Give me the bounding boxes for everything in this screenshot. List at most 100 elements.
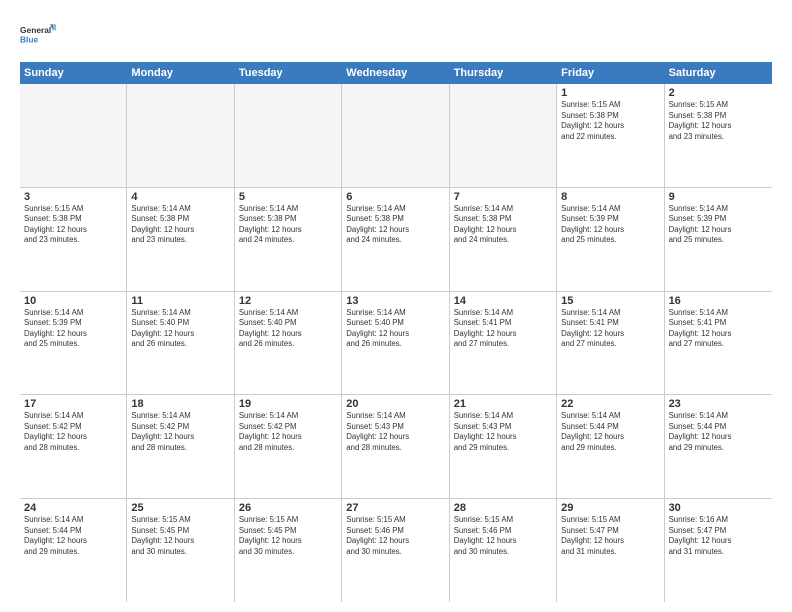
calendar-cell: 24Sunrise: 5:14 AMSunset: 5:44 PMDayligh…: [20, 499, 127, 602]
calendar-cell: 5Sunrise: 5:14 AMSunset: 5:38 PMDaylight…: [235, 188, 342, 291]
day-detail: Sunrise: 5:14 AMSunset: 5:40 PMDaylight:…: [131, 308, 229, 350]
day-detail: Sunrise: 5:14 AMSunset: 5:39 PMDaylight:…: [24, 308, 122, 350]
day-detail: Sunrise: 5:15 AMSunset: 5:38 PMDaylight:…: [24, 204, 122, 246]
day-number: 29: [561, 502, 659, 514]
calendar-body: 1Sunrise: 5:15 AMSunset: 5:38 PMDaylight…: [20, 84, 772, 602]
calendar-cell: 29Sunrise: 5:15 AMSunset: 5:47 PMDayligh…: [557, 499, 664, 602]
calendar-cell: 25Sunrise: 5:15 AMSunset: 5:45 PMDayligh…: [127, 499, 234, 602]
day-number: 5: [239, 191, 337, 203]
calendar-week-4: 17 Sunrise: 5:14 AMSunset: 5:42 PMDayligh…: [20, 395, 772, 499]
header-day-saturday: Saturday: [665, 62, 772, 84]
day-detail: Sunrise: 5:14 AMSunset: 5:40 PMDaylight:…: [346, 308, 444, 350]
day-number: 9: [669, 191, 768, 203]
calendar-cell: 12Sunrise: 5:14 AMSunset: 5:40 PMDayligh…: [235, 292, 342, 395]
day-number: 4: [131, 191, 229, 203]
day-detail: Sunrise: 5:15 AMSunset: 5:38 PMDaylight:…: [669, 100, 768, 142]
calendar-cell: 27Sunrise: 5:15 AMSunset: 5:46 PMDayligh…: [342, 499, 449, 602]
calendar-cell: 11Sunrise: 5:14 AMSunset: 5:40 PMDayligh…: [127, 292, 234, 395]
day-number: 6: [346, 191, 444, 203]
logo-svg: General Blue: [20, 16, 56, 52]
day-number: 1: [561, 87, 659, 99]
day-detail: Sunrise: 5:15 AMSunset: 5:45 PMDaylight:…: [131, 515, 229, 557]
calendar-cell: 23Sunrise: 5:14 AMSunset: 5:44 PMDayligh…: [665, 395, 772, 498]
day-number: 12: [239, 295, 337, 307]
day-detail: Sunrise: 5:15 AMSunset: 5:47 PMDaylight:…: [561, 515, 659, 557]
calendar-cell: 7Sunrise: 5:14 AMSunset: 5:38 PMDaylight…: [450, 188, 557, 291]
day-number: 19: [239, 398, 337, 410]
day-number: 7: [454, 191, 552, 203]
calendar-cell: [450, 84, 557, 187]
day-detail: Sunrise: 5:14 AMSunset: 5:39 PMDaylight:…: [561, 204, 659, 246]
day-detail: Sunrise: 5:14 AMSunset: 5:39 PMDaylight:…: [669, 204, 768, 246]
header-day-sunday: Sunday: [20, 62, 127, 84]
calendar-week-2: 3Sunrise: 5:15 AMSunset: 5:38 PMDaylight…: [20, 188, 772, 292]
calendar-header: SundayMondayTuesdayWednesdayThursdayFrid…: [20, 62, 772, 84]
day-number: 11: [131, 295, 229, 307]
calendar-week-5: 24Sunrise: 5:14 AMSunset: 5:44 PMDayligh…: [20, 499, 772, 602]
calendar-week-1: 1Sunrise: 5:15 AMSunset: 5:38 PMDaylight…: [20, 84, 772, 188]
calendar-cell: 18Sunrise: 5:14 AMSunset: 5:42 PMDayligh…: [127, 395, 234, 498]
day-number: 22: [561, 398, 659, 410]
calendar-cell: 9Sunrise: 5:14 AMSunset: 5:39 PMDaylight…: [665, 188, 772, 291]
day-number: 21: [454, 398, 552, 410]
day-detail: Sunrise: 5:15 AMSunset: 5:45 PMDaylight:…: [239, 515, 337, 557]
calendar-week-3: 10Sunrise: 5:14 AMSunset: 5:39 PMDayligh…: [20, 292, 772, 396]
header: General Blue: [20, 16, 772, 52]
header-day-monday: Monday: [127, 62, 234, 84]
day-detail: Sunrise: 5:14 AMSunset: 5:38 PMDaylight:…: [346, 204, 444, 246]
day-number: 15: [561, 295, 659, 307]
day-number: 17: [24, 398, 122, 410]
calendar-cell: 16Sunrise: 5:14 AMSunset: 5:41 PMDayligh…: [665, 292, 772, 395]
day-number: 23: [669, 398, 768, 410]
calendar-cell: 6Sunrise: 5:14 AMSunset: 5:38 PMDaylight…: [342, 188, 449, 291]
day-number: 18: [131, 398, 229, 410]
day-detail: Sunrise: 5:14 AMSunset: 5:44 PMDaylight:…: [669, 411, 768, 453]
day-detail: Sunrise: 5:14 AMSunset: 5:44 PMDaylight:…: [24, 515, 122, 557]
svg-text:General: General: [20, 25, 51, 35]
calendar-cell: 26Sunrise: 5:15 AMSunset: 5:45 PMDayligh…: [235, 499, 342, 602]
svg-text:Blue: Blue: [20, 34, 39, 44]
calendar-cell: 14Sunrise: 5:14 AMSunset: 5:41 PMDayligh…: [450, 292, 557, 395]
calendar-cell: 4Sunrise: 5:14 AMSunset: 5:38 PMDaylight…: [127, 188, 234, 291]
calendar-cell: 30Sunrise: 5:16 AMSunset: 5:47 PMDayligh…: [665, 499, 772, 602]
day-detail: Sunrise: 5:14 AMSunset: 5:42 PMDaylight:…: [131, 411, 229, 453]
day-detail: Sunrise: 5:14 AMSunset: 5:38 PMDaylight:…: [454, 204, 552, 246]
day-detail: Sunrise: 5:15 AMSunset: 5:46 PMDaylight:…: [346, 515, 444, 557]
day-number: 20: [346, 398, 444, 410]
day-number: 10: [24, 295, 122, 307]
day-detail: Sunrise: 5:14 AMSunset: 5:41 PMDaylight:…: [669, 308, 768, 350]
calendar-cell: 17Sunrise: 5:14 AMSunset: 5:42 PMDayligh…: [20, 395, 127, 498]
calendar-cell: [342, 84, 449, 187]
day-number: 28: [454, 502, 552, 514]
calendar-cell: 19Sunrise: 5:14 AMSunset: 5:42 PMDayligh…: [235, 395, 342, 498]
calendar-cell: 1Sunrise: 5:15 AMSunset: 5:38 PMDaylight…: [557, 84, 664, 187]
day-detail: Sunrise: 5:14 AMSunset: 5:43 PMDaylight:…: [454, 411, 552, 453]
calendar-cell: 10Sunrise: 5:14 AMSunset: 5:39 PMDayligh…: [20, 292, 127, 395]
logo: General Blue: [20, 16, 56, 52]
calendar-cell: 13Sunrise: 5:14 AMSunset: 5:40 PMDayligh…: [342, 292, 449, 395]
day-number: 25: [131, 502, 229, 514]
day-detail: Sunrise: 5:16 AMSunset: 5:47 PMDaylight:…: [669, 515, 768, 557]
header-day-thursday: Thursday: [450, 62, 557, 84]
calendar-cell: 22Sunrise: 5:14 AMSunset: 5:44 PMDayligh…: [557, 395, 664, 498]
day-number: 24: [24, 502, 122, 514]
day-detail: Sunrise: 5:15 AMSunset: 5:38 PMDaylight:…: [561, 100, 659, 142]
calendar-cell: [127, 84, 234, 187]
day-number: 8: [561, 191, 659, 203]
day-detail: Sunrise: 5:14 AMSunset: 5:38 PMDaylight:…: [131, 204, 229, 246]
calendar-cell: 15Sunrise: 5:14 AMSunset: 5:41 PMDayligh…: [557, 292, 664, 395]
calendar-cell: 8Sunrise: 5:14 AMSunset: 5:39 PMDaylight…: [557, 188, 664, 291]
day-detail: Sunrise: 5:15 AMSunset: 5:46 PMDaylight:…: [454, 515, 552, 557]
day-number: 3: [24, 191, 122, 203]
calendar-cell: 2Sunrise: 5:15 AMSunset: 5:38 PMDaylight…: [665, 84, 772, 187]
calendar-cell: [235, 84, 342, 187]
day-detail: Sunrise: 5:14 AMSunset: 5:42 PMDaylight:…: [239, 411, 337, 453]
day-detail: Sunrise: 5:14 AMSunset: 5:40 PMDaylight:…: [239, 308, 337, 350]
header-day-friday: Friday: [557, 62, 664, 84]
day-detail: Sunrise: 5:14 AMSunset: 5:43 PMDaylight:…: [346, 411, 444, 453]
calendar-cell: 3Sunrise: 5:15 AMSunset: 5:38 PMDaylight…: [20, 188, 127, 291]
header-day-wednesday: Wednesday: [342, 62, 449, 84]
day-number: 26: [239, 502, 337, 514]
day-number: 27: [346, 502, 444, 514]
day-number: 2: [669, 87, 768, 99]
